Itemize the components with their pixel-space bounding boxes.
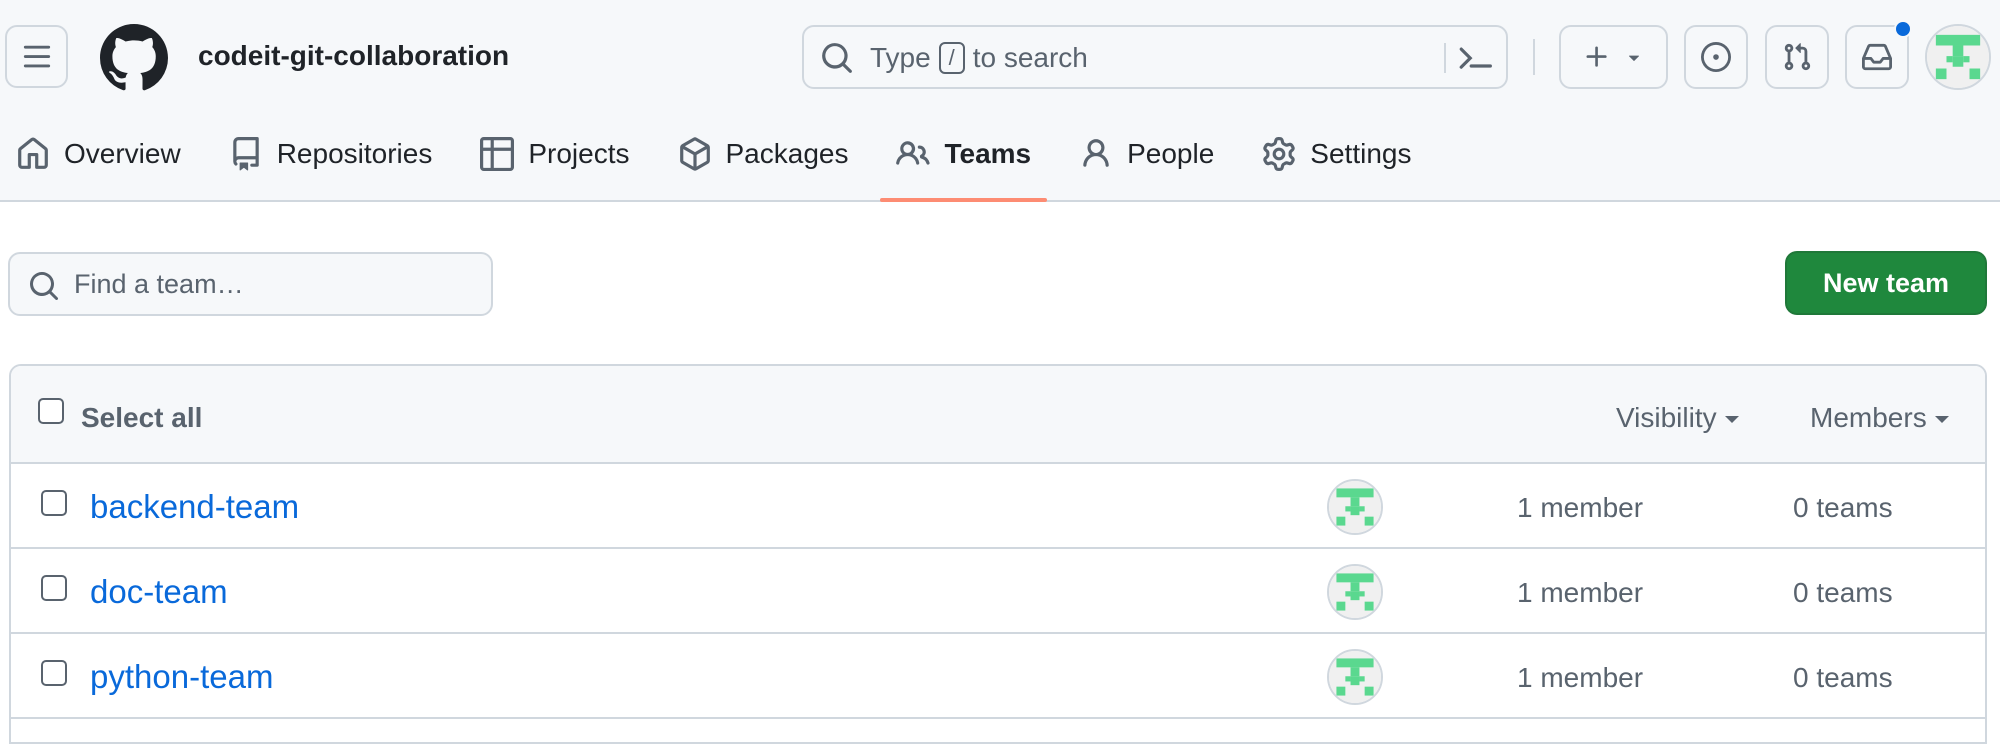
tab-overview[interactable]: Overview — [0, 114, 197, 194]
member-avatar[interactable] — [1327, 649, 1383, 705]
repo-icon — [232, 137, 259, 171]
plus-icon — [1586, 46, 1607, 67]
child-team-count[interactable]: 0 teams — [1793, 662, 1893, 694]
tab-label: Repositories — [276, 138, 433, 169]
new-team-button[interactable]: New team — [1785, 251, 1987, 315]
row-checkbox[interactable] — [41, 490, 67, 516]
global-search[interactable]: Type / to search — [802, 25, 1508, 89]
search-prefix: Type — [870, 42, 931, 73]
pull-request-icon — [1784, 43, 1811, 71]
top-bar: codeit-git-collaboration Type / to searc… — [0, 0, 2000, 114]
tab-repositories[interactable]: Repositories — [213, 114, 449, 194]
tab-label: Settings — [1310, 138, 1412, 169]
notification-indicator — [1894, 20, 1912, 38]
tab-label: People — [1127, 138, 1215, 169]
select-all-label[interactable]: Select all — [81, 402, 202, 434]
hamburger-menu-button[interactable] — [5, 25, 68, 88]
tab-label: Projects — [528, 138, 630, 169]
create-new-button[interactable] — [1559, 25, 1668, 89]
issue-icon — [1701, 42, 1731, 72]
search-icon — [30, 272, 59, 301]
team-name-link[interactable]: doc-team — [90, 573, 228, 611]
tab-packages[interactable]: Packages — [662, 114, 865, 194]
visibility-filter-label: Visibility — [1616, 402, 1717, 433]
find-team-input[interactable] — [74, 264, 474, 304]
global-header: codeit-git-collaboration Type / to searc… — [0, 0, 2000, 202]
child-team-count[interactable]: 0 teams — [1793, 492, 1893, 524]
hamburger-icon — [23, 45, 50, 67]
table-row: python-team 1 member 0 teams — [11, 634, 1985, 719]
tab-label: Overview — [64, 138, 181, 169]
tab-label: Packages — [725, 138, 849, 169]
member-count[interactable]: 1 member — [1517, 577, 1643, 609]
org-nav-tabs: Overview Repositories Projects Packages … — [0, 114, 1443, 202]
gear-icon — [1263, 137, 1296, 171]
issues-button[interactable] — [1684, 25, 1748, 89]
tab-teams[interactable]: Teams — [880, 114, 1047, 202]
person-icon — [1083, 139, 1109, 167]
members-filter-label: Members — [1810, 402, 1927, 433]
table-icon — [480, 137, 515, 171]
row-checkbox[interactable] — [41, 575, 67, 601]
row-checkbox[interactable] — [41, 660, 67, 686]
search-icon — [822, 43, 852, 73]
user-avatar[interactable] — [1925, 24, 1991, 90]
search-suffix: to search — [972, 42, 1088, 73]
package-icon — [679, 137, 710, 171]
org-name[interactable]: codeit-git-collaboration — [198, 38, 509, 74]
table-row: doc-team 1 member 0 teams — [11, 549, 1985, 634]
inbox-icon — [1862, 43, 1892, 71]
command-palette-icon[interactable] — [1458, 41, 1494, 75]
visibility-filter[interactable]: Visibility — [1616, 402, 1739, 434]
member-avatar[interactable] — [1327, 479, 1383, 535]
people-icon — [896, 141, 931, 165]
member-count[interactable]: 1 member — [1517, 492, 1643, 524]
triangle-down-icon — [1628, 55, 1639, 61]
search-divider — [1444, 43, 1446, 73]
tab-label: Teams — [944, 138, 1032, 169]
team-name-link[interactable]: backend-team — [90, 488, 299, 526]
tab-people[interactable]: People — [1063, 114, 1230, 194]
member-count[interactable]: 1 member — [1517, 662, 1643, 694]
toolbar-divider — [1533, 39, 1535, 75]
search-shortcut-key: / — [938, 42, 965, 74]
table-header: Select all Visibility Members — [11, 366, 1985, 464]
github-logo[interactable] — [100, 24, 168, 92]
find-team-search[interactable] — [8, 252, 493, 316]
tab-settings[interactable]: Settings — [1246, 114, 1427, 194]
caret-down-icon — [1724, 415, 1739, 423]
member-avatar[interactable] — [1327, 564, 1383, 620]
child-team-count[interactable]: 0 teams — [1793, 577, 1893, 609]
select-all-checkbox[interactable] — [38, 398, 64, 424]
tab-projects[interactable]: Projects — [464, 114, 645, 194]
team-name-link[interactable]: python-team — [90, 658, 273, 696]
pull-requests-button[interactable] — [1765, 25, 1829, 89]
teams-table: Select all Visibility Members backend-te… — [9, 364, 1987, 744]
search-placeholder: Type / to search — [870, 41, 1088, 75]
members-filter[interactable]: Members — [1810, 402, 1949, 434]
caret-down-icon — [1934, 415, 1949, 423]
home-icon — [18, 137, 48, 169]
table-row: backend-team 1 member 0 teams — [11, 464, 1985, 549]
